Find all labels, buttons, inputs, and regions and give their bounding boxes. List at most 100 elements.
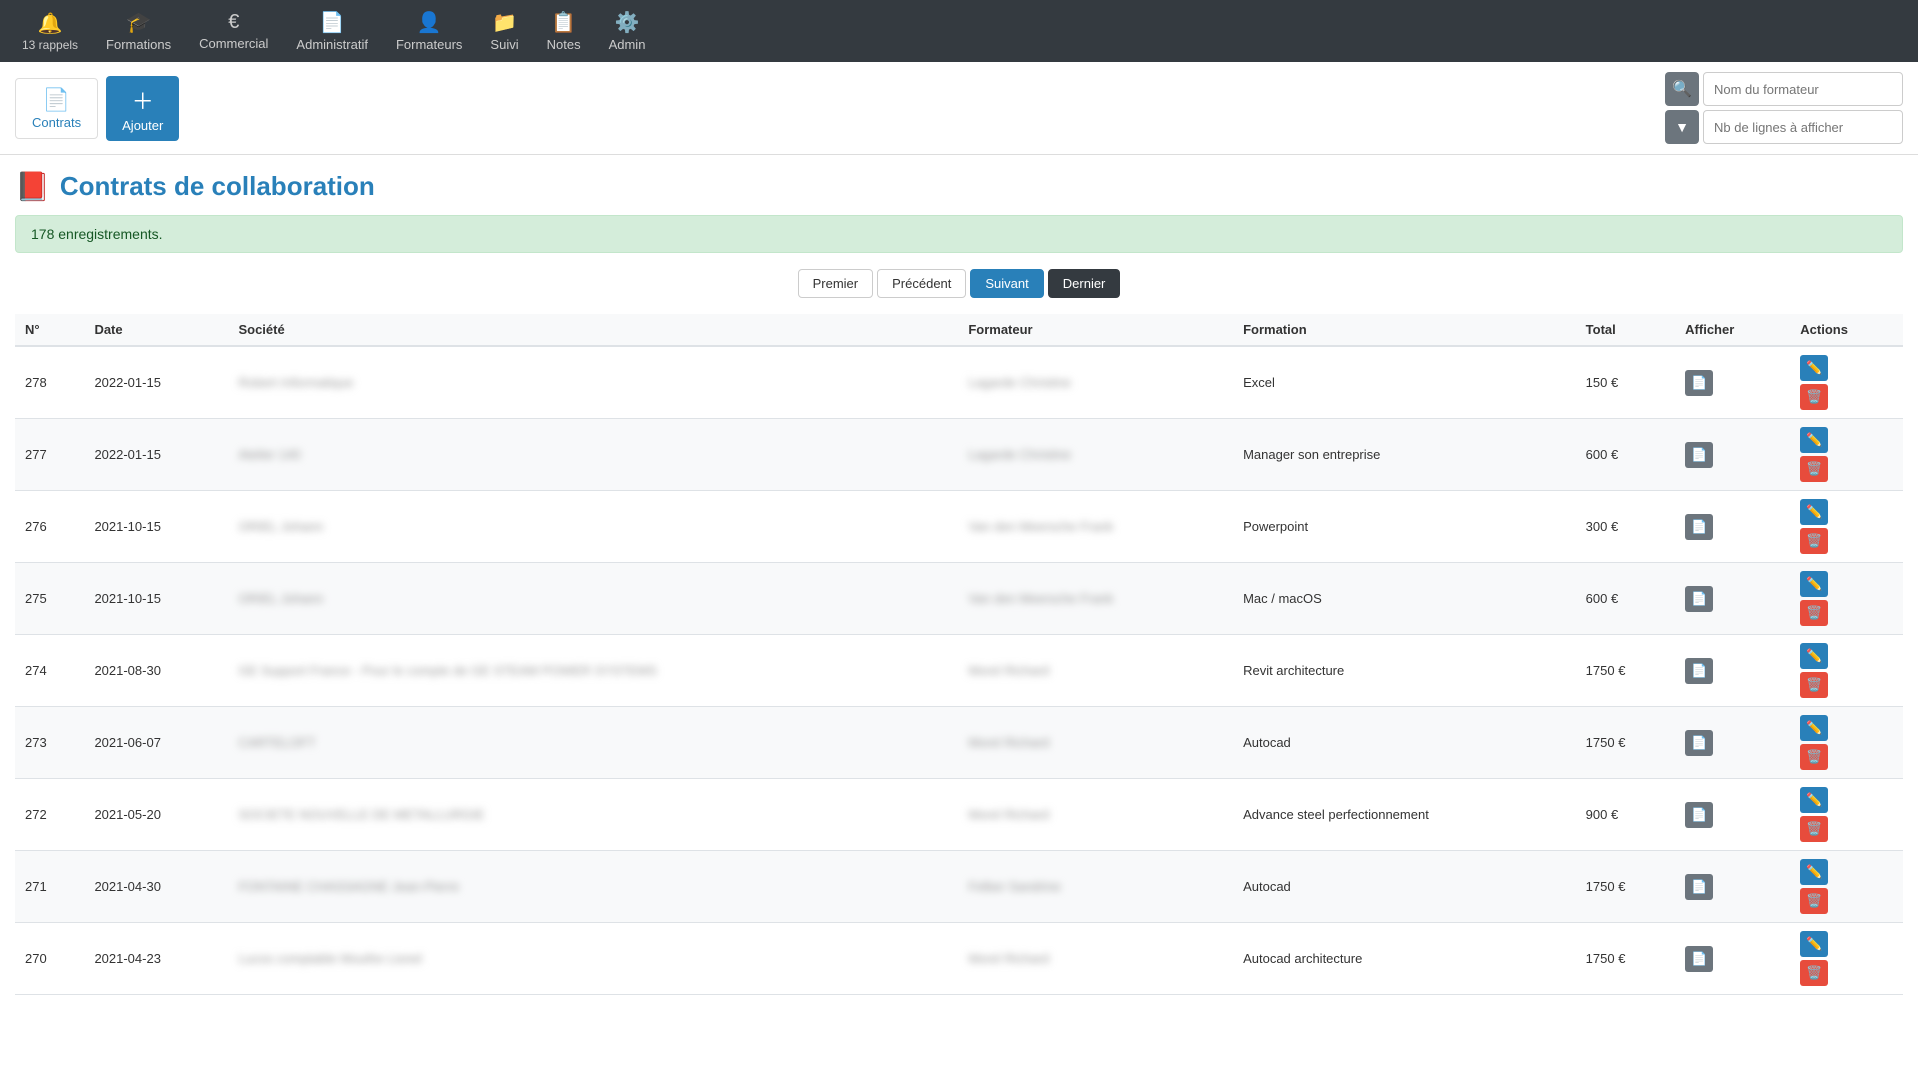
- cell-afficher: 📄: [1675, 707, 1790, 779]
- suivi-icon: 📁: [492, 10, 517, 35]
- page-title-text: Contrats de collaboration: [60, 171, 375, 202]
- nav-administratif[interactable]: 📄 Administratif: [284, 4, 380, 58]
- cell-num: 270: [15, 923, 84, 995]
- table-header: N° Date Société Formateur Formation Tota…: [15, 314, 1903, 346]
- cell-formation: Mac / macOS: [1233, 563, 1576, 635]
- page-premier-button[interactable]: Premier: [798, 269, 874, 298]
- filter-button[interactable]: ▼: [1665, 110, 1699, 144]
- delete-button[interactable]: 🗑️: [1800, 528, 1828, 554]
- delete-button[interactable]: 🗑️: [1800, 600, 1828, 626]
- cell-num: 272: [15, 779, 84, 851]
- edit-button[interactable]: ✏️: [1800, 787, 1828, 813]
- search-icon: 🔍: [1672, 79, 1692, 99]
- delete-button[interactable]: 🗑️: [1800, 672, 1828, 698]
- delete-button[interactable]: 🗑️: [1800, 888, 1828, 914]
- edit-button[interactable]: ✏️: [1800, 859, 1828, 885]
- afficher-doc-button[interactable]: 📄: [1685, 658, 1713, 684]
- nav-notes[interactable]: 📋 Notes: [535, 4, 593, 58]
- formations-icon: 🎓: [126, 10, 151, 35]
- cell-formation: Revit architecture: [1233, 635, 1576, 707]
- navbar: 🔔 13 rappels 🎓 Formations € Commercial 📄…: [0, 0, 1918, 62]
- nav-suivi[interactable]: 📁 Suivi: [478, 4, 530, 58]
- afficher-doc-button[interactable]: 📄: [1685, 586, 1713, 612]
- table-body: 278 2022-01-15 Robert Informatique Lagar…: [15, 346, 1903, 995]
- table-row: 272 2021-05-20 SOCIETE NOUVELLE DE METAL…: [15, 779, 1903, 851]
- contrats-table: N° Date Société Formateur Formation Tota…: [15, 314, 1903, 995]
- administratif-icon: 📄: [320, 10, 345, 35]
- cell-date: 2021-06-07: [84, 707, 228, 779]
- nav-formations-label: Formations: [106, 37, 171, 52]
- afficher-doc-button[interactable]: 📄: [1685, 874, 1713, 900]
- table-row: 270 2021-04-23 Lucos comptable Mouthe Li…: [15, 923, 1903, 995]
- cell-date: 2021-04-30: [84, 851, 228, 923]
- col-total: Total: [1576, 314, 1676, 346]
- search-input[interactable]: [1703, 72, 1903, 106]
- cell-total: 600 €: [1576, 563, 1676, 635]
- col-formateur: Formateur: [958, 314, 1233, 346]
- delete-button[interactable]: 🗑️: [1800, 456, 1828, 482]
- nav-commercial[interactable]: € Commercial: [187, 5, 280, 57]
- action-btns: ✏️ 🗑️: [1800, 859, 1893, 914]
- cell-actions: ✏️ 🗑️: [1790, 707, 1903, 779]
- delete-button[interactable]: 🗑️: [1800, 816, 1828, 842]
- edit-button[interactable]: ✏️: [1800, 571, 1828, 597]
- nav-alerts[interactable]: 🔔 13 rappels: [10, 5, 90, 58]
- cell-societe: Lucos comptable Mouthe Lionel: [228, 923, 958, 995]
- contrats-button[interactable]: 📄 Contrats: [15, 78, 98, 139]
- cell-societe: ORIEL Johann: [228, 491, 958, 563]
- cell-date: 2021-08-30: [84, 635, 228, 707]
- cell-actions: ✏️ 🗑️: [1790, 491, 1903, 563]
- delete-button[interactable]: 🗑️: [1800, 384, 1828, 410]
- pagination: Premier Précédent Suivant Dernier: [15, 269, 1903, 298]
- nav-formations[interactable]: 🎓 Formations: [94, 4, 183, 58]
- nav-formateurs-label: Formateurs: [396, 37, 462, 52]
- afficher-doc-button[interactable]: 📄: [1685, 442, 1713, 468]
- afficher-doc-button[interactable]: 📄: [1685, 370, 1713, 396]
- page-suivant-button[interactable]: Suivant: [970, 269, 1043, 298]
- search-area: 🔍 ▼: [1665, 72, 1903, 144]
- cell-afficher: 📄: [1675, 419, 1790, 491]
- afficher-doc-button[interactable]: 📄: [1685, 514, 1713, 540]
- page-dernier-button[interactable]: Dernier: [1048, 269, 1121, 298]
- edit-button[interactable]: ✏️: [1800, 715, 1828, 741]
- page-precedent-button[interactable]: Précédent: [877, 269, 966, 298]
- ajouter-button[interactable]: ＋ Ajouter: [106, 76, 179, 141]
- cell-societe: Robert Informatique: [228, 346, 958, 419]
- afficher-doc-button[interactable]: 📄: [1685, 802, 1713, 828]
- delete-button[interactable]: 🗑️: [1800, 960, 1828, 986]
- action-btns: ✏️ 🗑️: [1800, 427, 1893, 482]
- edit-button[interactable]: ✏️: [1800, 499, 1828, 525]
- cell-num: 277: [15, 419, 84, 491]
- cell-num: 276: [15, 491, 84, 563]
- lines-input[interactable]: [1703, 110, 1903, 144]
- table-row: 275 2021-10-15 ORIEL Johann Van den Meer…: [15, 563, 1903, 635]
- cell-num: 271: [15, 851, 84, 923]
- cell-formation: Advance steel perfectionnement: [1233, 779, 1576, 851]
- afficher-doc-button[interactable]: 📄: [1685, 730, 1713, 756]
- table-row: 277 2022-01-15 Atelier 140 Lagarde Chris…: [15, 419, 1903, 491]
- col-afficher: Afficher: [1675, 314, 1790, 346]
- cell-formateur: Morel Richard: [958, 635, 1233, 707]
- action-btns: ✏️ 🗑️: [1800, 787, 1893, 842]
- admin-icon: ⚙️: [615, 10, 640, 35]
- search-button[interactable]: 🔍: [1665, 72, 1699, 106]
- cell-date: 2021-10-15: [84, 491, 228, 563]
- nav-admin[interactable]: ⚙️ Admin: [597, 4, 658, 58]
- nav-formateurs[interactable]: 👤 Formateurs: [384, 4, 474, 58]
- delete-button[interactable]: 🗑️: [1800, 744, 1828, 770]
- nav-commercial-label: Commercial: [199, 36, 268, 51]
- nav-suivi-label: Suivi: [490, 37, 518, 52]
- edit-button[interactable]: ✏️: [1800, 427, 1828, 453]
- cell-societe: GE Support France - Pour le compte de GE…: [228, 635, 958, 707]
- edit-button[interactable]: ✏️: [1800, 355, 1828, 381]
- action-btns: ✏️ 🗑️: [1800, 355, 1893, 410]
- records-count: 178 enregistrements.: [31, 226, 163, 242]
- edit-button[interactable]: ✏️: [1800, 643, 1828, 669]
- cell-formateur: Morel Richard: [958, 779, 1233, 851]
- afficher-doc-button[interactable]: 📄: [1685, 946, 1713, 972]
- cell-afficher: 📄: [1675, 635, 1790, 707]
- edit-button[interactable]: ✏️: [1800, 931, 1828, 957]
- table-row: 273 2021-06-07 CARTELOFT Morel Richard A…: [15, 707, 1903, 779]
- cell-num: 274: [15, 635, 84, 707]
- cell-afficher: 📄: [1675, 779, 1790, 851]
